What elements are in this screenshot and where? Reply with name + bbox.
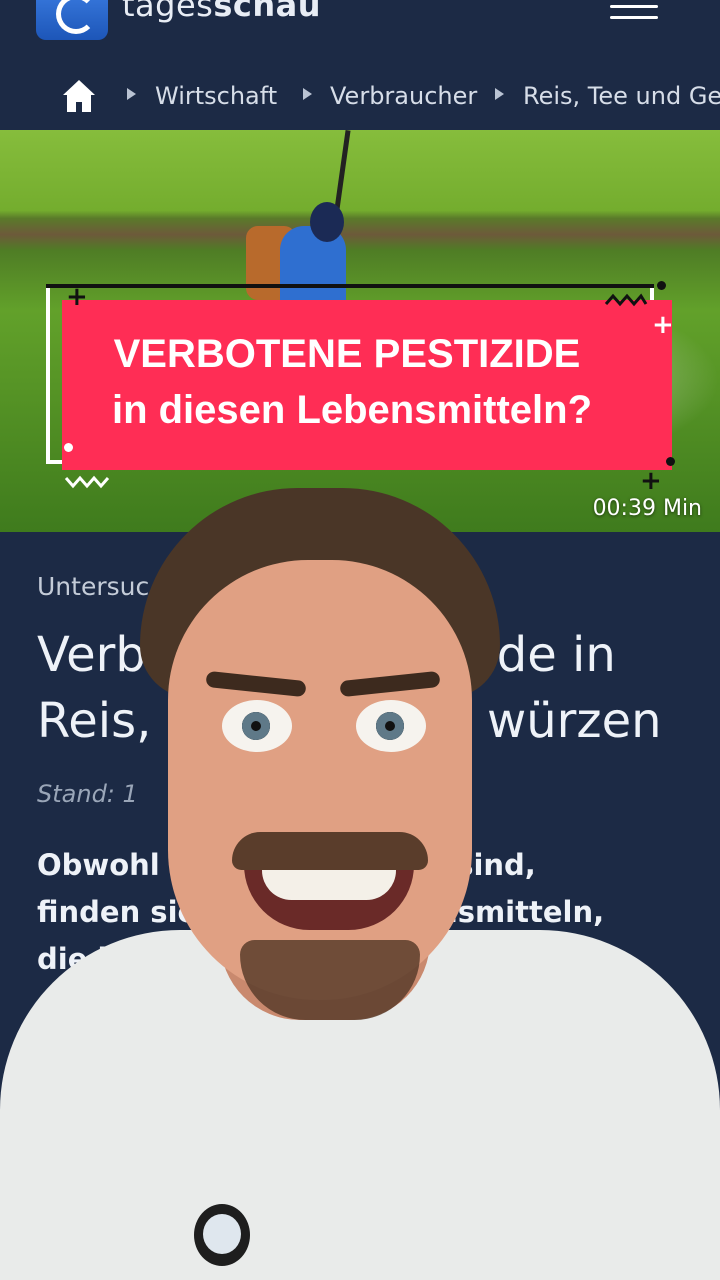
tagesschau-logo-icon[interactable] xyxy=(36,0,108,40)
teaser-line: die in E n. Das zeigt xyxy=(37,942,595,976)
breadcrumb-separator-icon xyxy=(127,88,136,100)
teaser-line: finden sic bensmitteln, xyxy=(37,895,605,929)
breadcrumb: Wirtschaft Verbraucher Reis, Tee und Gew xyxy=(0,72,720,122)
home-icon[interactable] xyxy=(62,78,96,114)
banner-headline: VERBOTENE PESTIZIDE xyxy=(113,332,581,376)
plus-decoration-icon: + xyxy=(66,282,88,312)
brand-bold: schau xyxy=(213,0,321,24)
zigzag-decoration-icon xyxy=(604,293,648,307)
article-headline[interactable]: Verb de in Reis, würzen xyxy=(37,622,697,754)
dot-decoration xyxy=(657,281,666,290)
zigzag-decoration-icon xyxy=(64,475,110,489)
teaser-line: Obwohl ten sind, xyxy=(37,848,536,882)
breadcrumb-item-wirtschaft[interactable]: Wirtschaft xyxy=(155,82,277,110)
breadcrumb-item-verbraucher[interactable]: Verbraucher xyxy=(330,82,477,110)
article-kicker: Untersuc xyxy=(37,572,150,601)
video-duration: 00:39 Min xyxy=(592,496,702,521)
spray-pole xyxy=(334,130,351,210)
site-header: tagesschau Wirtschaft Verbraucher Reis, … xyxy=(0,0,720,130)
headline-line: Verb de in xyxy=(37,627,616,683)
hamburger-menu-icon[interactable] xyxy=(610,0,658,24)
article-body: Untersuc Verb de in Reis, würzen Stand: … xyxy=(0,532,720,1280)
caption-banner: VERBOTENE PESTIZIDE in diesen Lebensmitt… xyxy=(62,300,672,470)
breadcrumb-separator-icon xyxy=(303,88,312,100)
plus-decoration-icon: + xyxy=(640,466,662,496)
brand-wordmark[interactable]: tagesschau xyxy=(122,0,321,24)
brand-light: tages xyxy=(122,0,214,24)
article-teaser: Obwohl ten sind, finden sic bensmitteln,… xyxy=(37,842,697,983)
plus-decoration-icon: + xyxy=(652,310,674,340)
dot-decoration xyxy=(64,443,73,452)
article-timestamp: Stand: 1 xyxy=(37,780,138,808)
dot-decoration xyxy=(666,457,675,466)
headline-line: Reis, würzen xyxy=(37,693,662,749)
breadcrumb-item-current[interactable]: Reis, Tee und Gew xyxy=(523,82,720,110)
banner-subline: in diesen Lebensmitteln? xyxy=(111,388,593,432)
breadcrumb-separator-icon xyxy=(495,88,504,100)
farmer-head xyxy=(310,202,344,242)
